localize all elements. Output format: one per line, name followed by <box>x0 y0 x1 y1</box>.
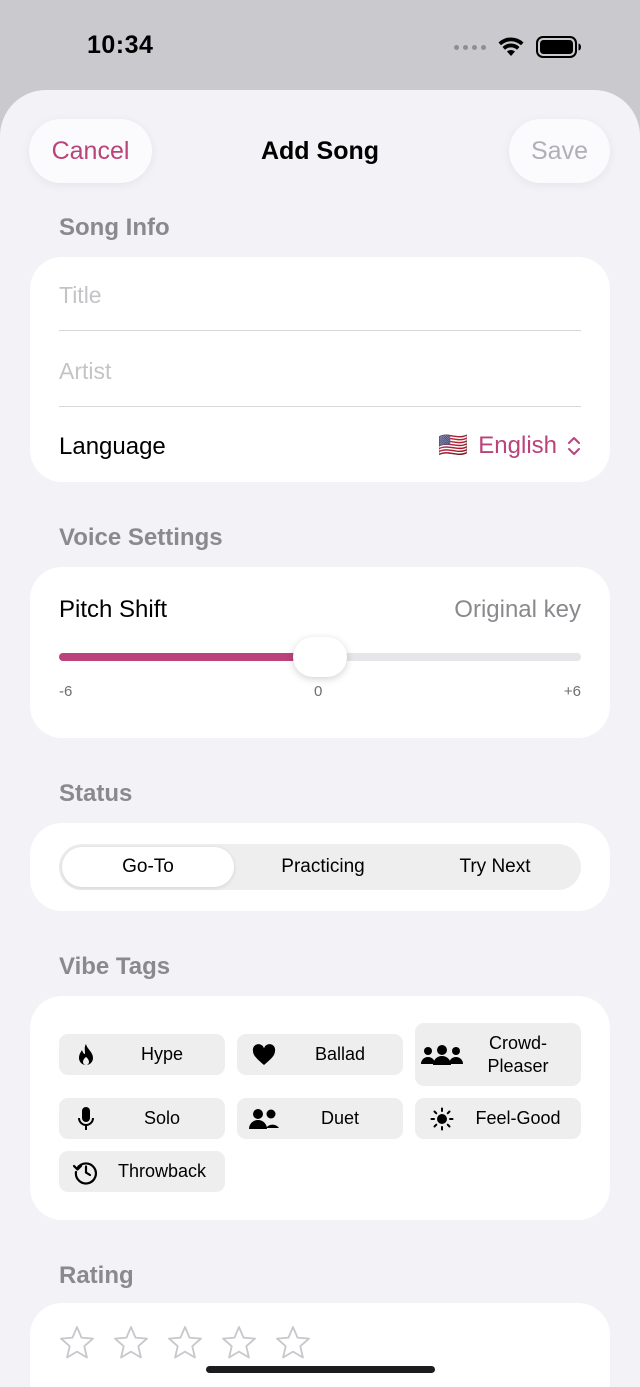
sun-icon <box>415 1107 465 1131</box>
section-header-rating: Rating <box>59 1262 134 1289</box>
star-icon[interactable] <box>167 1325 203 1361</box>
slider-min-label: -6 <box>59 683 73 700</box>
status-card: Go-To Practicing Try Next <box>30 823 610 911</box>
wifi-icon <box>498 37 524 56</box>
add-song-sheet: Cancel Add Song Save Song Info Title Art… <box>0 90 640 1387</box>
song-info-card: Title Artist Language 🇺🇸 English <box>30 257 610 482</box>
vibe-tags-card: Hype Ballad Crowd- Pleaser Solo Duet Fee… <box>30 996 610 1220</box>
us-flag-icon: 🇺🇸 <box>438 432 469 459</box>
segment-practicing[interactable]: Practicing <box>237 844 409 890</box>
tag-chip-solo[interactable]: Solo <box>59 1098 225 1139</box>
tag-label: Solo <box>143 1108 181 1128</box>
tag-chip-duet[interactable]: Duet <box>237 1098 403 1139</box>
voice-settings-card: Pitch Shift Original key -6 0 +6 <box>30 567 610 738</box>
history-icon <box>59 1159 109 1185</box>
section-header-vibe-tags: Vibe Tags <box>59 953 171 980</box>
two-people-icon <box>237 1108 287 1130</box>
language-label: Language <box>59 433 166 460</box>
language-value: English <box>478 431 557 459</box>
star-icon[interactable] <box>113 1325 149 1361</box>
tag-label: Hype <box>140 1044 184 1064</box>
star-icon[interactable] <box>59 1325 95 1361</box>
pitch-shift-value: Original key <box>454 596 581 623</box>
star-icon[interactable] <box>221 1325 257 1361</box>
segment-try-next[interactable]: Try Next <box>409 844 581 890</box>
pitch-slider-track[interactable] <box>59 637 581 677</box>
tag-chip-ballad[interactable]: Ballad <box>237 1034 403 1075</box>
language-picker[interactable]: 🇺🇸 English <box>438 431 581 460</box>
status-bar: 10:34 <box>0 0 640 90</box>
chevron-up-down-icon <box>568 436 580 455</box>
rating-card <box>30 1303 610 1387</box>
pitch-slider-thumb[interactable] <box>293 637 347 677</box>
title-input[interactable]: Title <box>59 282 581 309</box>
home-indicator <box>206 1366 435 1373</box>
slider-max-label: +6 <box>563 683 581 700</box>
tag-chip-hype[interactable]: Hype <box>59 1034 225 1075</box>
screen: 10:34 Cancel Add Song Save Song Info Tit… <box>0 0 640 1387</box>
tag-label: Feel-Good <box>475 1108 561 1128</box>
status-segmented-control: Go-To Practicing Try Next <box>59 844 581 890</box>
segment-go-to[interactable]: Go-To <box>62 847 234 887</box>
tag-chip-throwback[interactable]: Throwback <box>59 1151 225 1192</box>
divider <box>59 406 581 407</box>
slider-mid-label: 0 <box>314 683 323 700</box>
tag-label: Duet <box>320 1108 360 1128</box>
microphone-icon <box>59 1106 109 1132</box>
battery-icon <box>536 36 581 58</box>
star-rating <box>59 1325 311 1361</box>
flame-icon <box>59 1043 109 1067</box>
tag-label: Crowd- Pleaser <box>487 1032 549 1076</box>
status-time: 10:34 <box>87 31 154 59</box>
section-header-song-info: Song Info <box>59 214 170 241</box>
group-icon <box>415 1044 465 1066</box>
pitch-slider-fill <box>59 653 320 661</box>
tag-label: Ballad <box>314 1044 366 1064</box>
artist-input[interactable]: Artist <box>59 358 581 385</box>
tag-label: Throwback <box>117 1161 207 1181</box>
tag-chip-crowd-pleaser[interactable]: Crowd- Pleaser <box>415 1023 581 1086</box>
section-header-voice-settings: Voice Settings <box>59 524 223 551</box>
save-button[interactable]: Save <box>509 119 610 183</box>
section-header-status: Status <box>59 780 133 807</box>
pitch-shift-label: Pitch Shift <box>59 596 168 623</box>
tag-chip-feel-good[interactable]: Feel-Good <box>415 1098 581 1139</box>
cellular-signal-icon <box>454 44 486 50</box>
status-icons <box>454 36 582 58</box>
heart-icon <box>237 1043 287 1066</box>
divider <box>59 330 581 331</box>
star-icon[interactable] <box>275 1325 311 1361</box>
